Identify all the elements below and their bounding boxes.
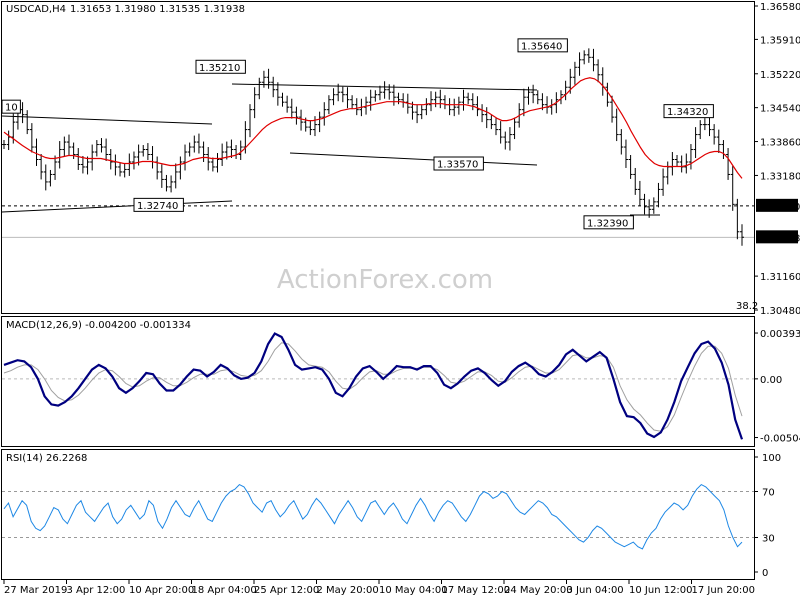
level-label: 1.32390 [587,218,628,229]
x-tick-label: 24 May 20:00 [504,585,573,596]
y-tick-label: 0.00 [760,375,782,386]
rsi-title: RSI(14) 26.2268 [6,453,87,464]
watermark: ActionForex.com [277,265,493,295]
price-title: USDCAD,H4 [6,4,66,15]
axis-price-label: 1.32570 [759,202,800,213]
x-tick-label: 17 Jun 20:00 [692,585,756,596]
level-label: 10 [5,103,18,114]
x-tick-label: 10 May 04:00 [379,585,448,596]
x-tick-label: 10 Apr 20:00 [129,585,194,596]
x-tick-label: 27 Mar 2019 [4,585,67,596]
y-tick-label: 1.36580 [760,2,800,13]
y-tick-label: -0.005044 [760,434,800,445]
y-tick-label: 1.30480 [760,306,800,317]
y-tick-label: 0 [762,568,768,579]
price-y-axis: 1.36580 1.35910 1.35220 1.34540 1.33860 1.331… [754,2,800,317]
level-label: 1.34320 [667,107,708,118]
y-tick-label: 0.003939 [760,329,800,340]
x-tick-label: 2 May 20:00 [317,585,379,596]
x-tick-label: 18 Apr 04:00 [192,585,257,596]
level-label: 1.35210 [199,63,240,74]
x-tick-label: 17 May 12:00 [442,585,511,596]
x-tick-label: 25 Apr 12:00 [254,585,319,596]
y-tick-label: 1.34540 [760,104,800,115]
rsi-y-axis: 100 70 30 0 [754,453,781,579]
x-tick-label: 10 Jun 12:00 [629,585,693,596]
price-ohlc: 1.31653 1.31980 1.31535 1.31938 [70,4,245,15]
macd-y-axis: 0.003939 0.00 -0.005044 [754,329,800,445]
y-tick-label: 1.33180 [760,171,800,182]
level-label: 1.32740 [137,201,178,212]
rsi-panel [1,449,755,580]
x-tick-label: 3 Apr 12:00 [67,585,126,596]
x-axis: 27 Mar 2019 3 Apr 12:00 10 Apr 20:0018 Apr… [3,580,756,596]
y-tick-label: 1.35220 [760,70,800,81]
y-tick-label: 1.31160 [760,272,800,283]
x-tick-label: 3 Jun 04:00 [567,585,624,596]
y-tick-label: 100 [762,453,781,464]
chart-canvas: ActionForex.com 1.35640 1.35210 1.34320 1.3… [1,1,800,596]
macd-title: MACD(12,26,9) -0.004200 -0.001334 [6,320,191,331]
y-tick-label: 70 [762,488,775,499]
y-tick-label: 30 [762,534,775,545]
level-label: 1.33570 [437,160,478,171]
axis-price-label: 1.31938 [759,233,800,244]
level-label: 1.35640 [521,41,562,52]
y-tick-label: 1.35910 [760,35,800,46]
y-tick-label: 1.33860 [760,138,800,149]
